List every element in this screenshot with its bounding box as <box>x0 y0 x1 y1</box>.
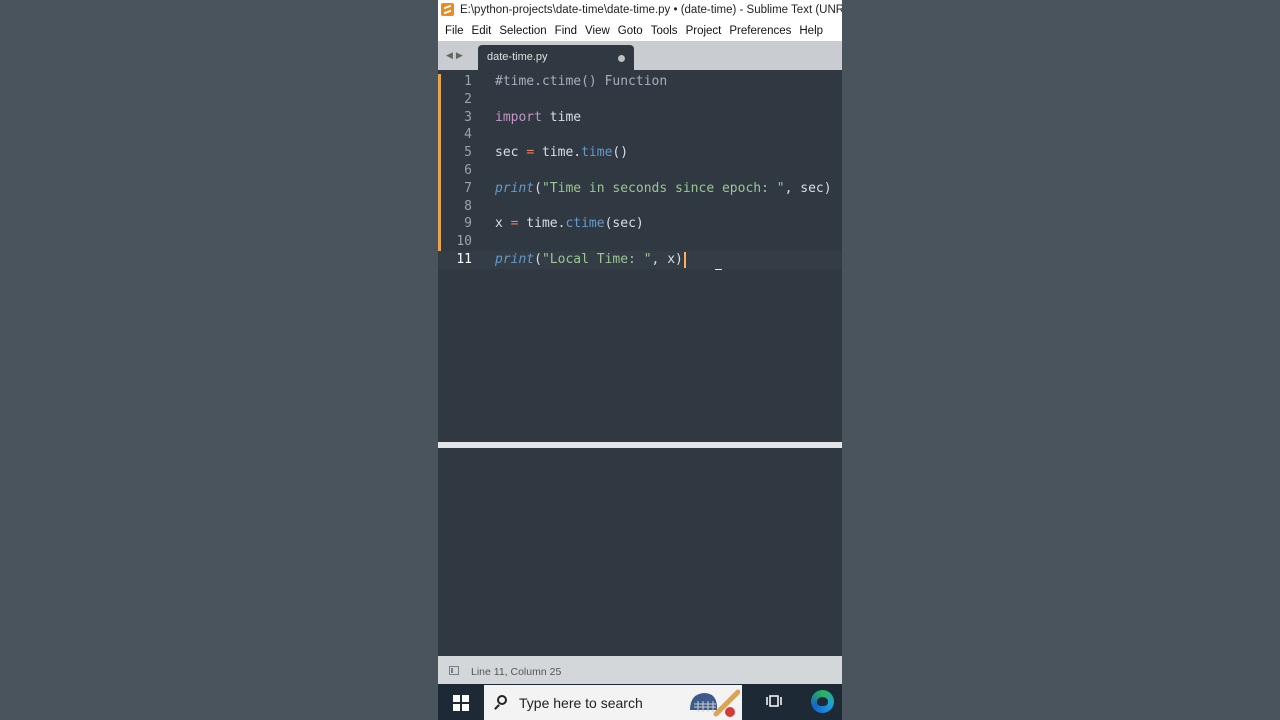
menu-tools[interactable]: Tools <box>647 21 682 41</box>
code-text: print("Time in seconds since epoch: ", s… <box>495 180 832 198</box>
cricket-helmet-icon <box>690 689 740 717</box>
taskbar-search-box[interactable]: Type here to search <box>484 685 742 720</box>
code-token: sec <box>495 145 527 161</box>
tab-bar: ◀▶ date-time.py <box>438 41 842 70</box>
sublime-window: E:\python-projects\date-time\date-time.p… <box>438 0 842 720</box>
code-token: (sec) <box>604 216 644 232</box>
code-token: time. <box>534 145 582 161</box>
line-number: 9 <box>464 216 472 232</box>
menu-preferences[interactable]: Preferences <box>725 21 795 41</box>
code-token: print <box>495 180 535 196</box>
code-token: "Local Time: " <box>541 252 652 267</box>
menu-project[interactable]: Project <box>682 21 726 41</box>
line-number: 2 <box>464 91 472 107</box>
menu-file[interactable]: File <box>438 21 468 41</box>
line-number: 5 <box>464 145 472 161</box>
unsaved-dot-icon[interactable] <box>618 55 625 62</box>
code-token: ( <box>534 252 542 267</box>
code-token: #time.ctime() Function <box>495 74 668 89</box>
code-line[interactable]: 8 <box>438 198 842 216</box>
line-number: 8 <box>464 198 472 214</box>
code-line[interactable]: 11 print("Local Time: ", x) <box>438 251 842 269</box>
code-token: , sec) <box>784 180 832 196</box>
line-number: 1 <box>464 74 472 89</box>
code-line[interactable]: 6 <box>438 162 842 180</box>
tab-nav-arrows-icon[interactable]: ◀▶ <box>446 50 466 61</box>
menu-goto[interactable]: Goto <box>614 21 647 41</box>
line-number: 4 <box>464 127 472 143</box>
search-placeholder: Type here to search <box>519 695 643 711</box>
code-text: sec = time.time() <box>495 144 628 162</box>
code-token: print <box>495 252 535 267</box>
menu-find[interactable]: Find <box>551 21 581 41</box>
menu-selection[interactable]: Selection <box>495 21 550 41</box>
windows-taskbar: Type here to search <box>438 684 842 720</box>
code-line[interactable]: 2 <box>438 91 842 109</box>
code-line[interactable]: 7 print("Time in seconds since epoch: ", … <box>438 180 842 198</box>
menu-bar: File Edit Selection Find View Goto Tools Projec… <box>438 21 842 41</box>
code-editor[interactable]: 1 #time.ctime() Function 2 3 import time 4 5 se… <box>438 70 842 442</box>
windows-start-button[interactable] <box>453 695 469 711</box>
sublime-app-icon <box>441 3 454 16</box>
code-text: x = time.ctime(sec) <box>495 215 644 233</box>
status-bar: Line 11, Column 25 <box>438 656 842 684</box>
code-token: time <box>541 109 582 125</box>
code-text: import time <box>495 109 581 127</box>
cursor-position: Line 11, Column 25 <box>471 666 562 678</box>
code-line[interactable]: 9 x = time.ctime(sec) <box>438 215 842 233</box>
line-number: 11 <box>456 252 472 267</box>
line-number: 3 <box>464 109 472 125</box>
code-line[interactable]: 5 sec = time.time() <box>438 144 842 162</box>
code-line[interactable]: 4 <box>438 126 842 144</box>
code-token: "Time in seconds since epoch: " <box>541 180 785 196</box>
code-token: , x) <box>651 252 683 267</box>
tab-date-time-py[interactable]: date-time.py <box>478 45 634 70</box>
menu-help[interactable]: Help <box>795 21 827 41</box>
code-token: () <box>612 145 629 161</box>
line-number: 6 <box>464 163 472 178</box>
code-token: ctime <box>565 216 605 232</box>
code-line[interactable]: 10 <box>438 233 842 251</box>
task-view-icon[interactable] <box>766 693 782 709</box>
code-token: ( <box>534 180 542 196</box>
search-icon <box>497 695 507 705</box>
menu-edit[interactable]: Edit <box>468 21 496 41</box>
output-panel[interactable] <box>440 448 842 656</box>
tab-label: date-time.py <box>487 51 548 63</box>
line-number: 10 <box>456 234 472 250</box>
title-bar: E:\python-projects\date-time\date-time.p… <box>438 0 842 21</box>
code-text: print("Local Time: ", x) <box>495 251 686 269</box>
code-token: time <box>581 145 613 161</box>
edge-browser-icon[interactable] <box>811 690 834 713</box>
panel-toggle-icon[interactable] <box>449 666 459 675</box>
code-text: #time.ctime() Function <box>495 73 667 91</box>
line-number: 7 <box>464 180 472 196</box>
menu-view[interactable]: View <box>581 21 614 41</box>
code-token: import <box>495 109 542 125</box>
text-caret <box>683 251 686 268</box>
code-token: x <box>495 216 511 232</box>
code-token: time. <box>518 216 566 232</box>
window-title: E:\python-projects\date-time\date-time.p… <box>460 4 842 16</box>
code-line[interactable]: 3 import time <box>438 109 842 127</box>
code-line[interactable]: 1 #time.ctime() Function <box>438 73 842 91</box>
code-token: = <box>526 145 535 161</box>
